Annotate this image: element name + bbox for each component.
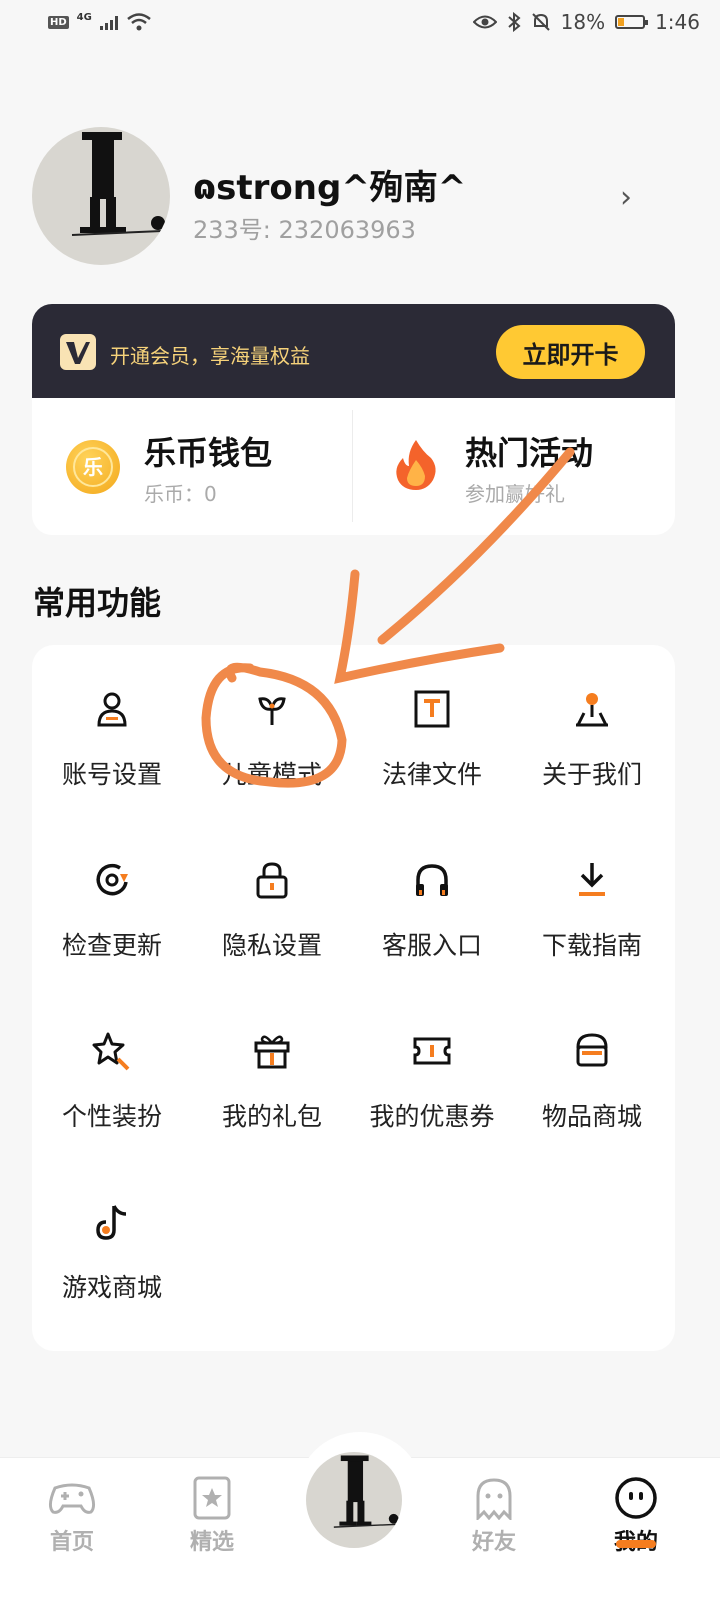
wallet-entry[interactable]: 乐 乐币钱包 乐币：0 [32,398,352,535]
lock-icon [256,862,288,899]
music-note-icon [96,1205,127,1240]
functions-card: 账号设置 儿童模式 法律文件 关于我们 检查更新 隐私设置 客服入口 下载指南 … [32,645,675,1351]
active-tab-indicator [616,1540,656,1548]
battery-percent: 18% [560,10,606,34]
function-label: 隐私设置 [221,931,322,960]
location-pin-icon [576,693,608,727]
avatar-figure-icon [71,132,165,236]
hd-icon: HD [48,15,69,29]
function-download-guide[interactable]: 下载指南 [512,816,672,960]
coin-glyph: 乐 [73,447,113,487]
function-label: 关于我们 [541,760,642,789]
vip-banner[interactable]: 开通会员，享海量权益 立即开卡 [32,304,675,398]
nav-center-avatar[interactable] [306,1452,402,1548]
avatar-figure-icon [333,1455,399,1528]
function-label: 物品商城 [541,1102,642,1131]
vip-promo-text: 开通会员，享海量权益 [110,344,310,368]
status-bar: HD 4G 18% 1:46 [0,0,720,50]
function-customer-service[interactable]: 客服入口 [352,816,512,960]
nav-featured[interactable]: 精选 [142,1458,282,1601]
store-icon [576,1033,608,1067]
function-label: 我的优惠券 [369,1102,495,1131]
section-title: 常用功能 [33,584,162,622]
clock: 1:46 [655,10,700,34]
sprout-icon [258,697,286,725]
star-wand-icon [92,1032,130,1071]
username[interactable]: ɷstrong^殉南^ [193,160,466,209]
function-legal-docs[interactable]: 法律文件 [352,645,512,789]
vip-logo-icon [60,334,96,370]
account-icon [97,692,127,727]
gift-icon [254,1035,290,1069]
wifi-icon [127,13,151,31]
coin-icon: 乐 [66,440,120,494]
function-label: 下载指南 [541,931,642,960]
eye-icon [472,15,497,29]
function-my-gifts[interactable]: 我的礼包 [192,987,352,1131]
signal-icon [99,14,118,30]
open-membership-button[interactable]: 立即开卡 [496,325,645,379]
document-icon [414,690,450,728]
download-icon [579,863,605,896]
mute-bell-icon [531,13,550,31]
bluetooth-icon [507,12,521,32]
gamepad-icon [48,1483,96,1514]
face-icon [615,1477,657,1519]
events-entry[interactable]: 热门活动 参加赢好礼 [353,398,673,535]
wallet-events-card: 乐 乐币钱包 乐币：0 热门活动 参加赢好礼 [32,398,675,535]
function-label: 游戏商城 [61,1273,162,1302]
function-label: 个性装扮 [61,1102,162,1131]
network-type: 4G [76,12,92,23]
nav-label: 首页 [49,1530,94,1555]
chevron-right-icon[interactable]: › [620,180,632,215]
function-label: 检查更新 [61,931,162,960]
battery-icon [615,15,649,29]
events-title: 热门活动 [465,434,594,472]
wallet-balance: 乐币：0 [144,482,217,506]
function-account-settings[interactable]: 账号设置 [32,645,192,789]
function-label: 法律文件 [381,760,482,789]
wallet-title: 乐币钱包 [144,434,273,472]
headphones-icon [416,864,448,896]
function-label: 我的礼包 [221,1102,322,1131]
nav-label: 好友 [471,1530,516,1555]
nav-home[interactable]: 首页 [2,1458,142,1601]
function-privacy-settings[interactable]: 隐私设置 [192,816,352,960]
user-id: 233号: 232063963 [193,216,416,244]
function-about-us[interactable]: 关于我们 [512,645,672,789]
function-label: 客服入口 [381,931,482,960]
function-personalize[interactable]: 个性装扮 [32,987,192,1131]
nav-friends[interactable]: 好友 [424,1458,564,1601]
fire-icon [396,440,436,490]
function-label: 账号设置 [61,760,162,789]
nav-label: 精选 [189,1530,234,1555]
nav-mine[interactable]: 我的 [566,1458,706,1601]
star-card-icon [193,1476,231,1520]
function-label: 儿童模式 [221,760,322,789]
function-game-store[interactable]: 游戏商城 [32,1158,192,1302]
function-item-store[interactable]: 物品商城 [512,987,672,1131]
function-check-update[interactable]: 检查更新 [32,816,192,960]
refresh-icon [96,863,128,896]
ghost-icon [476,1478,512,1520]
function-my-coupons[interactable]: 我的优惠券 [352,987,512,1131]
avatar[interactable] [32,127,170,265]
function-kids-mode[interactable]: 儿童模式 [192,645,352,789]
events-subtitle: 参加赢好礼 [465,482,565,506]
ticket-icon [413,1037,451,1065]
